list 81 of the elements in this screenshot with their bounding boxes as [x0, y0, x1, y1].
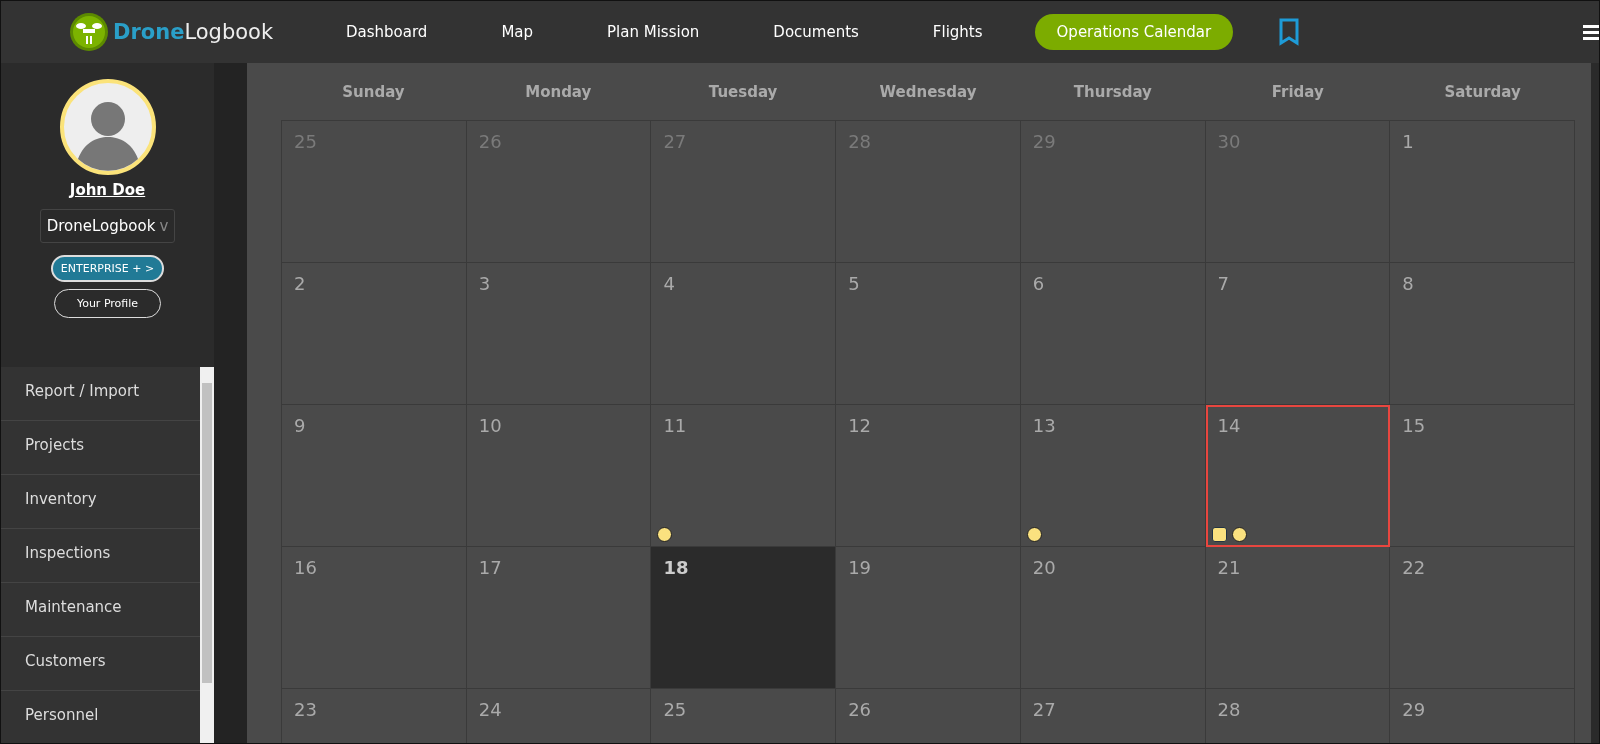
event-dot[interactable]	[657, 527, 673, 542]
day-cell[interactable]: 12	[836, 405, 1021, 547]
day-number: 14	[1217, 415, 1241, 436]
day-cell[interactable]: 1	[1390, 121, 1575, 263]
day-cell[interactable]: 22	[1390, 547, 1575, 689]
day-cell[interactable]: 14	[1205, 405, 1391, 547]
day-number: 16	[294, 557, 317, 578]
user-name[interactable]: John Doe	[69, 181, 146, 199]
day-cell[interactable]: 19	[836, 547, 1021, 689]
weekday-header: Monday	[524, 82, 593, 101]
nav-tab[interactable]: Flights	[910, 14, 1005, 50]
nav-tab[interactable]: Documents	[751, 14, 881, 50]
day-cell[interactable]: 20	[1020, 547, 1206, 689]
plan-button[interactable]: ENTERPRISE + >	[50, 255, 165, 282]
day-number: 11	[663, 415, 687, 436]
day-cell[interactable]: 27	[1020, 689, 1206, 743]
scrollbar[interactable]	[200, 367, 214, 743]
day-number: 9	[294, 415, 306, 436]
weekday-header: Sunday	[341, 82, 406, 101]
day-cell[interactable]: 7	[1205, 263, 1391, 405]
event-dot[interactable]	[1026, 527, 1042, 542]
weekday-header: Saturday	[1443, 82, 1522, 101]
day-number: 7	[1217, 273, 1229, 294]
day-number: 20	[1032, 557, 1056, 578]
day-number: 10	[478, 415, 502, 436]
day-number: 4	[663, 273, 675, 294]
day-number: 8	[1402, 273, 1414, 294]
bookmark-icon[interactable]	[1278, 18, 1301, 46]
weekday-header: Thursday	[1072, 82, 1153, 101]
weekday-header: Tuesday	[707, 82, 779, 101]
day-number: 18	[663, 557, 689, 578]
brand-logo[interactable]: DroneLogbook	[113, 20, 274, 44]
nav-tab[interactable]: Operations Calendar	[1034, 14, 1234, 50]
day-number: 13	[1032, 415, 1056, 436]
day-number: 28	[1217, 699, 1241, 720]
day-number: 1	[1402, 131, 1414, 152]
day-cell[interactable]: 26	[836, 689, 1021, 743]
day-cell[interactable]: 8	[1390, 263, 1575, 405]
day-number: 25	[663, 699, 687, 720]
day-number: 23	[294, 699, 317, 720]
day-number: 15	[1402, 415, 1426, 436]
day-cell[interactable]: 9	[282, 405, 467, 547]
day-cell[interactable]: 6	[1020, 263, 1206, 405]
day-cell[interactable]: 2	[282, 263, 467, 405]
day-cell[interactable]: 4	[651, 263, 837, 405]
weekday-header: Wednesday	[878, 82, 978, 101]
day-number: 21	[1217, 557, 1241, 578]
day-number: 29	[1402, 699, 1426, 720]
day-number: 12	[848, 415, 872, 436]
day-cell[interactable]: 10	[466, 405, 652, 547]
logo-icon	[69, 12, 109, 52]
day-cell[interactable]: 5	[836, 263, 1021, 405]
day-number: 2	[294, 273, 306, 294]
weekday-header: Friday	[1270, 82, 1325, 101]
day-cell[interactable]: 16	[282, 547, 467, 689]
day-cell[interactable]: 3	[466, 263, 652, 405]
day-number: 24	[478, 699, 502, 720]
day-number: 6	[1032, 273, 1045, 294]
day-cell[interactable]: 13	[1020, 405, 1206, 547]
day-cell[interactable]: 25	[651, 689, 837, 743]
day-number: 3	[478, 273, 491, 294]
nav-tab[interactable]: Map	[479, 14, 556, 50]
event-marker[interactable]	[1211, 527, 1227, 542]
day-cell[interactable]: 24	[466, 689, 652, 743]
menu-icon[interactable]	[1583, 22, 1599, 42]
day-number: 5	[848, 273, 860, 294]
nav-tab[interactable]: Dashboard	[324, 14, 450, 50]
day-cell[interactable]: 23	[282, 689, 467, 743]
day-cell[interactable]: 21	[1205, 547, 1391, 689]
day-number: 19	[848, 557, 872, 578]
event-dot[interactable]	[1231, 527, 1247, 542]
day-number: 17	[478, 557, 502, 578]
day-number: 22	[1402, 557, 1426, 578]
day-number: 26	[848, 699, 872, 720]
day-cell[interactable]: 28	[1205, 689, 1391, 743]
day-cell[interactable]: 15	[1390, 405, 1575, 547]
day-cell[interactable]: 18	[651, 547, 837, 689]
nav-tab[interactable]: Plan Mission	[585, 14, 722, 50]
day-number: 27	[1032, 699, 1056, 720]
day-cell[interactable]: 29	[1390, 689, 1575, 743]
organization-dropdown[interactable]: DroneLogbook v	[39, 209, 176, 243]
